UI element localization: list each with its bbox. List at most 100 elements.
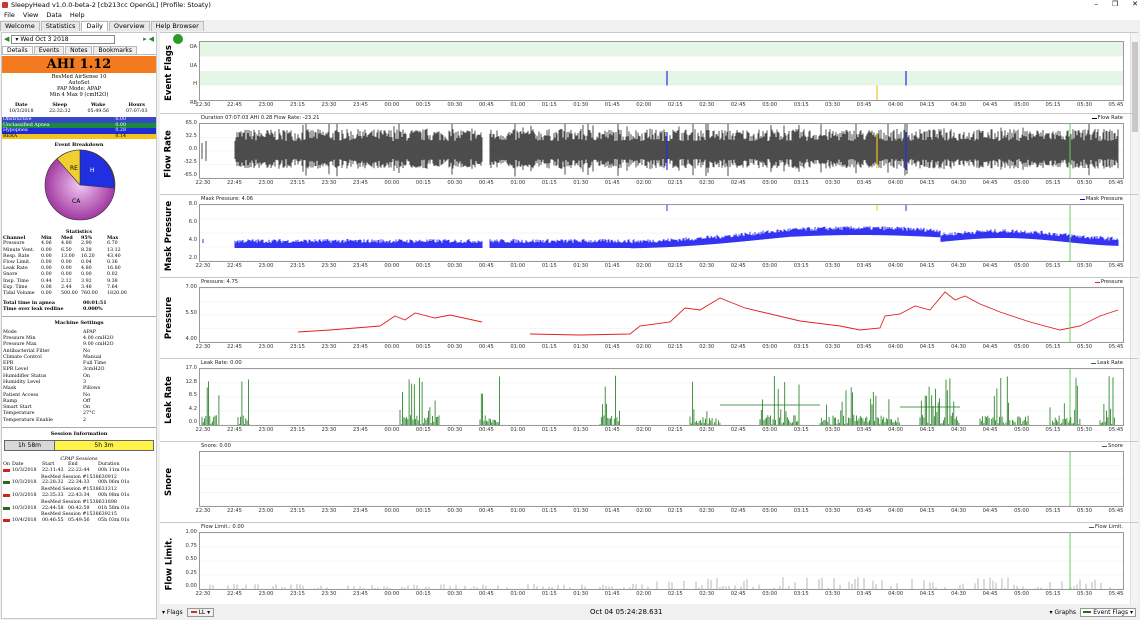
ll-dropdown[interactable]: LL ▾ <box>186 607 215 617</box>
x-tick-label: 22:30 <box>195 344 211 350</box>
plot-area[interactable] <box>199 204 1124 262</box>
mask-pressure-waveform <box>202 226 1119 249</box>
graph-leak-rate[interactable]: Leak Rate Leak Rate: 0.00 Leak Rate 17.0 12.… <box>160 358 1138 440</box>
graph-flow-limit[interactable]: Flow Limit. Flow Limit.: 0.00 Flow Limit. 1… <box>160 522 1138 604</box>
date-value: Wed Oct 3 2018 <box>20 35 69 43</box>
tab-statistics[interactable]: Statistics <box>40 21 81 31</box>
flags-label: Flags <box>166 608 183 616</box>
x-tick-label: 01:30 <box>573 180 589 186</box>
plot-area[interactable] <box>199 532 1124 590</box>
x-tick-label: 02:15 <box>667 180 683 186</box>
graph-title: Event Flags <box>160 33 178 112</box>
subtab-details[interactable]: Details <box>2 46 33 54</box>
graph-pressure[interactable]: Pressure Pressure: 4.75 Pressure 7.00 5.50 4.… <box>160 277 1138 357</box>
x-tick-label: 23:00 <box>258 180 274 186</box>
x-tick-label: 02:00 <box>636 591 652 597</box>
menu-file[interactable]: File <box>4 11 15 19</box>
x-tick-label: 23:45 <box>352 344 368 350</box>
menu-help[interactable]: Help <box>70 11 85 19</box>
x-tick-label: 03:30 <box>825 102 841 108</box>
x-tick-label: 04:30 <box>951 102 967 108</box>
plot-area[interactable] <box>199 41 1124 101</box>
session-row[interactable]: 10/3/2018 22:35:33 22:43:34 00h 08m 01s <box>2 493 156 500</box>
menu-data[interactable]: Data <box>46 11 62 19</box>
session-toggle[interactable] <box>3 506 12 513</box>
graph-event-flags[interactable]: Event Flags OA UA H RE 22:30 22:45 23:00 23:15 23… <box>160 32 1138 112</box>
maximize-button[interactable]: ❐ <box>1112 0 1118 8</box>
plot-area[interactable] <box>199 287 1124 343</box>
x-tick-label: 02:00 <box>636 427 652 433</box>
event-index-list: Obstructive 0.00 Unclassified Apnea 0.00 H… <box>2 117 156 140</box>
plot-area[interactable] <box>199 368 1124 426</box>
x-tick-label: 02:15 <box>667 263 683 269</box>
session-duration: 00h 11m 01s <box>98 467 130 473</box>
session-segment-1[interactable]: 1h 58m <box>5 441 55 451</box>
graph-mask-pressure[interactable]: Mask Pressure Mask Pressure: 4.06 Mask Pre… <box>160 194 1138 276</box>
session-toggle[interactable] <box>3 480 12 487</box>
plot-area[interactable] <box>199 123 1124 179</box>
subtab-notes[interactable]: Notes <box>65 46 93 54</box>
x-tick-label: 00:15 <box>415 427 431 433</box>
next-day-icon[interactable]: ▸ <box>143 35 147 43</box>
x-tick-label: 23:45 <box>352 263 368 269</box>
x-tick-label: 03:15 <box>793 344 809 350</box>
subtab-events[interactable]: Events <box>33 46 65 54</box>
x-tick-label: 01:45 <box>604 102 620 108</box>
graph-readout: Leak Rate: 0.00 <box>201 360 242 366</box>
tab-daily[interactable]: Daily <box>81 21 108 31</box>
session-row[interactable]: 10/4/2018 00:46:55 05:49:56 05h 03m 01s <box>2 518 156 525</box>
legend-swatch <box>1079 198 1085 200</box>
subtab-bookmarks[interactable]: Bookmarks <box>93 46 138 54</box>
y-tick-label: 5.50 <box>185 310 197 316</box>
graph-title-text: Flow Limit. <box>164 537 175 590</box>
prev-day-icon[interactable]: ◀ <box>4 35 9 43</box>
session-timeline[interactable]: 1h 58m 5h 3m <box>4 440 154 452</box>
y-tick-label: 8.0 <box>188 201 197 207</box>
session-toggle[interactable] <box>3 493 12 500</box>
session-date: 10/3/2018 <box>12 505 37 511</box>
event-flags-dropdown[interactable]: Event Flags ▾ <box>1080 607 1136 617</box>
tab-welcome[interactable]: Welcome <box>0 21 40 31</box>
session-date: 10/3/2018 <box>12 493 37 499</box>
plot-area[interactable] <box>199 451 1124 507</box>
session-color-swatch <box>3 494 10 498</box>
x-tick-label: 03:00 <box>762 344 778 350</box>
menu-bar: File View Data Help <box>0 10 1140 20</box>
date-bar: ◀ ▾ Wed Oct 3 2018 ▸ ◀ <box>2 33 156 45</box>
x-tick-label: 00:15 <box>415 344 431 350</box>
x-tick-label: 00:30 <box>447 102 463 108</box>
close-button[interactable]: ✕ <box>1132 0 1138 8</box>
session-toggle[interactable] <box>3 518 12 525</box>
x-tick-label: 23:15 <box>289 263 305 269</box>
tab-overview[interactable]: Overview <box>108 21 150 31</box>
x-tick-label: 05:30 <box>1077 344 1092 350</box>
event-flags-pin-icon[interactable] <box>173 34 183 44</box>
x-tick-label: 01:00 <box>510 102 526 108</box>
x-tick-label: 02:30 <box>699 344 715 350</box>
session-row[interactable]: 10/3/2018 22:11:43 22:22:44 00h 11m 01s <box>2 468 156 475</box>
session-segment-2[interactable]: 5h 3m <box>55 441 153 451</box>
x-tick-label: 23:15 <box>289 344 305 350</box>
plot-svg <box>200 42 1123 100</box>
menu-view[interactable]: View <box>23 11 38 19</box>
session-toggle[interactable] <box>3 468 12 475</box>
ll-swatch <box>190 611 197 613</box>
x-tick-label: 03:45 <box>856 180 872 186</box>
graphs-dropdown[interactable]: ▾ Graphs <box>1050 609 1076 616</box>
flags-dropdown[interactable]: ▾ Flags <box>162 609 183 616</box>
graph-snore[interactable]: Snore Snore: 0.00 Snore 22:30 22:45 23:00 23:1… <box>160 441 1138 521</box>
stats-cell: 1820.00 <box>107 291 127 297</box>
x-tick-label: 22:45 <box>226 263 242 269</box>
date-picker[interactable]: ▾ Wed Oct 3 2018 <box>11 34 116 44</box>
x-tick-label: 01:15 <box>541 180 557 186</box>
x-tick-label: 23:00 <box>258 427 274 433</box>
graph-flow-rate[interactable]: Flow Rate Duration 07:07:03 AHI 0.28 Flow… <box>160 113 1138 193</box>
minimize-button[interactable]: – <box>1094 0 1098 8</box>
x-tick-label: 03:45 <box>856 263 872 269</box>
y-tick-label: 12.8 <box>185 378 197 385</box>
last-day-icon[interactable]: ◀ <box>149 35 154 43</box>
tab-help-browser[interactable]: Help Browser <box>150 21 204 31</box>
x-tick-label: 03:15 <box>793 263 809 269</box>
x-tick-label: 23:00 <box>258 508 274 514</box>
sleep-times: Date Sleep Wake Hours 10/3/2018 22:32:32… <box>2 102 156 114</box>
